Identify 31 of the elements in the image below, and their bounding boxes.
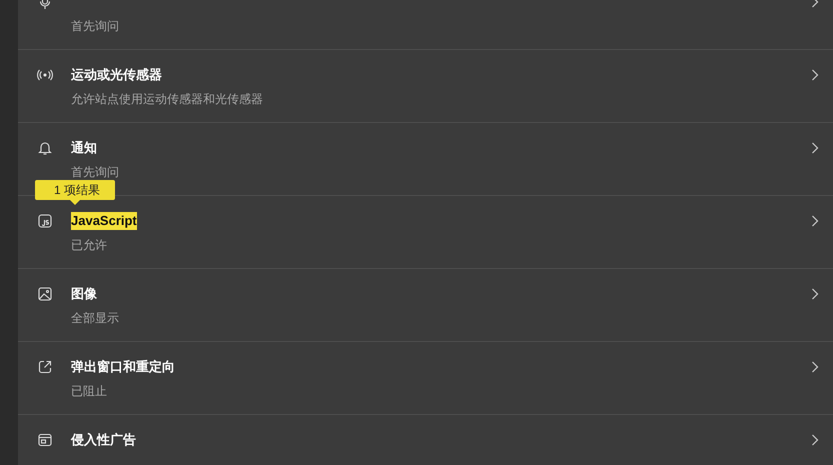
js-file-icon bbox=[37, 213, 53, 229]
setting-status: 已阻止 bbox=[71, 383, 107, 400]
setting-status: 全部显示 bbox=[71, 310, 119, 327]
chevron-right-icon bbox=[811, 288, 819, 300]
chevron-right-icon bbox=[811, 69, 819, 81]
setting-title: 运动或光传感器 bbox=[71, 66, 162, 84]
setting-row[interactable]: JavaScript 已允许 bbox=[18, 196, 833, 269]
setting-row[interactable]: 弹出窗口和重定向 已阻止 bbox=[18, 342, 833, 415]
chevron-right-icon bbox=[811, 361, 819, 373]
setting-status: 首先询问 bbox=[71, 164, 119, 181]
bell-icon bbox=[37, 140, 53, 156]
sensor-icon bbox=[37, 67, 53, 83]
tooltip-pointer bbox=[70, 200, 80, 205]
setting-row[interactable]: 图像 全部显示 bbox=[18, 269, 833, 342]
image-icon bbox=[37, 286, 53, 302]
setting-title: 侵入性广告 bbox=[71, 431, 136, 449]
chevron-right-icon bbox=[811, 215, 819, 227]
chevron-right-icon bbox=[811, 142, 819, 154]
setting-status: 允许站点使用运动传感器和光传感器 bbox=[71, 91, 263, 108]
setting-title: 通知 bbox=[71, 139, 97, 157]
highlighted-title: JavaScript bbox=[71, 212, 137, 230]
ad-window-icon bbox=[37, 432, 53, 448]
external-window-icon bbox=[37, 359, 53, 375]
chevron-right-icon bbox=[811, 434, 819, 446]
setting-row[interactable]: 首先询问 bbox=[18, 0, 833, 50]
setting-row[interactable]: 侵入性广告 bbox=[18, 415, 833, 465]
setting-status: 首先询问 bbox=[71, 18, 119, 35]
setting-row[interactable]: 运动或光传感器 允许站点使用运动传感器和光传感器 bbox=[18, 50, 833, 123]
setting-title: 图像 bbox=[71, 285, 97, 303]
setting-title: 弹出窗口和重定向 bbox=[71, 358, 175, 376]
setting-status: 已允许 bbox=[71, 237, 107, 254]
